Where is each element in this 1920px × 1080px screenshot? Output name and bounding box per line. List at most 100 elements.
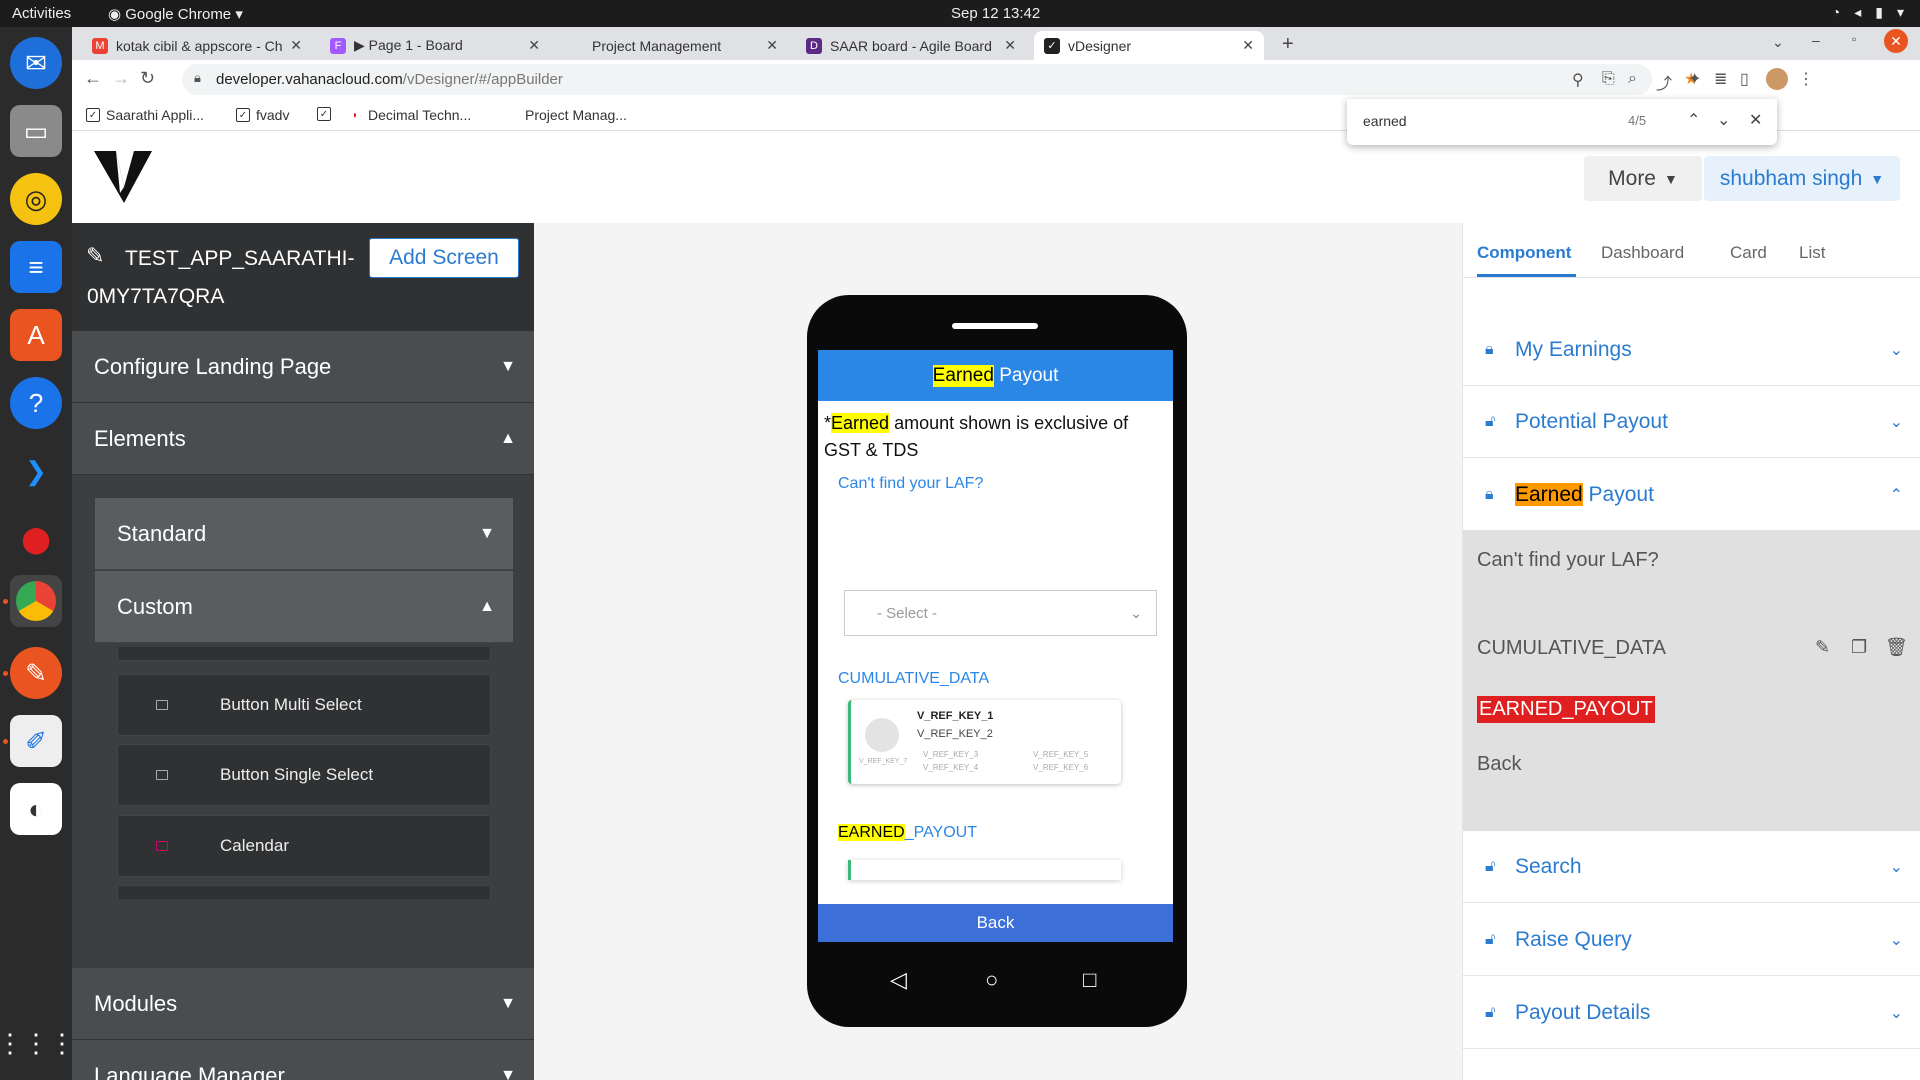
tab-search-icon[interactable]: ⌄ [1772, 34, 1784, 51]
more-button[interactable]: More ▼ [1584, 156, 1702, 201]
nav-back-icon[interactable]: ◁ [890, 967, 907, 993]
find-prev-icon[interactable]: ⌃ [1687, 110, 1700, 130]
tab-card[interactable]: Card [1730, 243, 1767, 263]
files-icon[interactable]: ▭ [10, 105, 62, 157]
profile-avatar[interactable] [1766, 68, 1788, 90]
element-calendar[interactable]: Calendar [117, 815, 491, 877]
accordion-payout-details[interactable]: 🔓︎ Payout Details ⌄ [1463, 977, 1920, 1049]
chevron-down-icon: ▼ [1664, 170, 1678, 187]
reload-icon[interactable]: ↻ [140, 68, 155, 89]
laf-link[interactable]: Can't find your LAF? [838, 475, 983, 493]
thunderbird-icon[interactable]: ✉ [10, 37, 62, 89]
nav-recents-icon[interactable]: □ [1083, 967, 1096, 993]
minimize-icon[interactable]: – [1812, 32, 1820, 48]
back-button[interactable]: Back [818, 904, 1173, 942]
modules-section[interactable]: Modules ▼ [72, 968, 534, 1040]
screen-recorder-icon[interactable]: ⬤ [10, 513, 62, 565]
accordion-earned-payout[interactable]: 🔒︎ Earned Payout ⌃ [1463, 459, 1920, 531]
bookmark[interactable]: Project Manag... [525, 107, 627, 123]
card-key: V_REF_KEY_3 [923, 750, 979, 759]
browser-tab[interactable]: F ▶ Page 1 - Board ✕ [320, 31, 550, 60]
browser-tab-active[interactable]: ✓ vDesigner ✕ [1034, 31, 1264, 60]
text-editor-icon[interactable]: ✐ [10, 715, 62, 767]
accordion-potential-payout[interactable]: 🔓︎ Potential Payout ⌄ [1463, 386, 1920, 458]
data-card[interactable]: V_REF_KEY_7 V_REF_KEY_1 V_REF_KEY_2 V_RE… [848, 700, 1121, 784]
bookmark[interactable]: ◗ Decimal Techn... [348, 107, 471, 123]
chrome-dock-icon[interactable] [10, 575, 62, 627]
writer-icon[interactable]: ≡ [10, 241, 62, 293]
user-menu-button[interactable]: shubham singh ▼ [1704, 156, 1900, 201]
component-item[interactable]: Back [1477, 753, 1521, 776]
rhythmbox-icon[interactable]: ◎ [10, 173, 62, 225]
activities-button[interactable]: Activities [12, 5, 71, 22]
tab-component[interactable]: Component [1477, 243, 1571, 263]
copy-icon[interactable]: ❐ [1851, 637, 1867, 658]
browser-tab[interactable]: D SAAR board - Agile Board ✕ [796, 31, 1026, 60]
close-icon[interactable]: ✕ [528, 37, 540, 54]
back-arrow-icon[interactable]: ← [84, 68, 102, 89]
zoom-icon[interactable]: ⌕ [1628, 70, 1637, 88]
language-manager-section[interactable]: Language Manager ▼ [72, 1040, 534, 1080]
tab-list[interactable]: List [1799, 243, 1825, 263]
bookmark[interactable]: ✓ Saarathi Appli... [86, 107, 204, 123]
tab-dashboard[interactable]: Dashboard [1601, 243, 1684, 263]
browser-tab[interactable]: Project Management ✕ [558, 31, 788, 60]
restore-icon[interactable]: ▫ [1852, 32, 1856, 46]
section-label: Language Manager [94, 1062, 285, 1080]
postman-icon[interactable]: ✎ [10, 647, 62, 699]
system-tray[interactable]: ◔ ◂ ▮ ▾ [1832, 4, 1904, 21]
new-tab-button[interactable]: + [1282, 33, 1294, 56]
clock[interactable]: Sep 12 13:42 [951, 5, 1040, 22]
menu-dots-icon[interactable]: ⋮ [1798, 69, 1814, 89]
element-button-multi-select[interactable]: Button Multi Select [117, 674, 491, 736]
bookmark[interactable]: ✓ [317, 107, 331, 121]
right-panel: Component Dashboard Card List 🔒︎ My Earni… [1462, 223, 1920, 1080]
delete-icon[interactable]: 🗑︎ [1885, 637, 1908, 658]
find-next-icon[interactable]: ⌄ [1717, 110, 1730, 130]
close-window-icon[interactable]: ✕ [1884, 29, 1908, 53]
component-item[interactable]: Can't find your LAF? [1477, 549, 1659, 572]
chevron-down-icon: ▼ [500, 1066, 516, 1080]
vscode-icon[interactable]: ❯ [10, 445, 62, 497]
translate-icon[interactable]: ⎘ [1602, 70, 1615, 88]
standard-subsection[interactable]: Standard ▼ [95, 498, 513, 570]
element-item-partial[interactable] [117, 647, 491, 661]
data-card-partial [848, 860, 1121, 880]
software-icon[interactable]: A [10, 309, 62, 361]
element-item-partial[interactable] [117, 885, 491, 899]
forward-arrow-icon[interactable]: → [112, 68, 130, 89]
element-button-single-select[interactable]: Button Single Select [117, 744, 491, 806]
find-highlight: EARNED [838, 824, 905, 841]
close-icon[interactable]: ✕ [766, 37, 778, 54]
side-panel-icon[interactable]: ▯ [1740, 69, 1749, 89]
help-icon[interactable]: ? [10, 377, 62, 429]
custom-subsection[interactable]: Custom ▲ [95, 571, 513, 643]
component-item[interactable]: CUMULATIVE_DATA [1477, 637, 1666, 660]
laf-select[interactable]: - Select - ⌄ [844, 590, 1157, 636]
edit-icon[interactable]: ✎ [1815, 637, 1830, 658]
bookmark[interactable]: ✓ fvadv [236, 107, 289, 123]
configure-landing-page-section[interactable]: Configure Landing Page ▼ [72, 331, 534, 403]
close-icon[interactable]: ✕ [290, 37, 302, 54]
find-input[interactable]: earned [1363, 113, 1407, 129]
share-icon[interactable]: ⤴ [1656, 70, 1672, 94]
accordion-search[interactable]: 🔓︎ Search ⌄ [1463, 831, 1920, 903]
component-item-selected[interactable]: EARNED_PAYOUT [1477, 696, 1655, 723]
apps-grid-icon[interactable]: ⋮⋮⋮ [0, 1017, 75, 1069]
address-bar[interactable]: 🔒︎ developer.vahanacloud.com/vDesigner/#… [182, 64, 1698, 95]
location-icon[interactable]: ⚲ [1572, 70, 1584, 90]
accordion-my-earnings[interactable]: 🔒︎ My Earnings ⌄ [1463, 314, 1920, 386]
extensions-icon[interactable]: ✦ [1688, 69, 1701, 89]
reading-list-icon[interactable]: ≣ [1714, 69, 1727, 89]
add-screen-button[interactable]: Add Screen [369, 238, 519, 278]
elements-section[interactable]: Elements ▲ [72, 403, 534, 475]
nav-home-icon[interactable]: ○ [985, 967, 998, 993]
accordion-raise-query[interactable]: 🔓︎ Raise Query ⌄ [1463, 904, 1920, 976]
close-icon[interactable]: ✕ [1749, 110, 1762, 130]
dbeaver-icon[interactable]: ◐ [10, 783, 62, 835]
close-icon[interactable]: ✕ [1004, 37, 1016, 54]
app-menu[interactable]: ◉ Google Chrome ▾ [108, 5, 243, 23]
browser-tab[interactable]: M kotak cibil & appscore - Ch ✕ [82, 31, 312, 60]
close-icon[interactable]: ✕ [1242, 37, 1254, 54]
card-key: V_REF_KEY_4 [923, 763, 979, 772]
